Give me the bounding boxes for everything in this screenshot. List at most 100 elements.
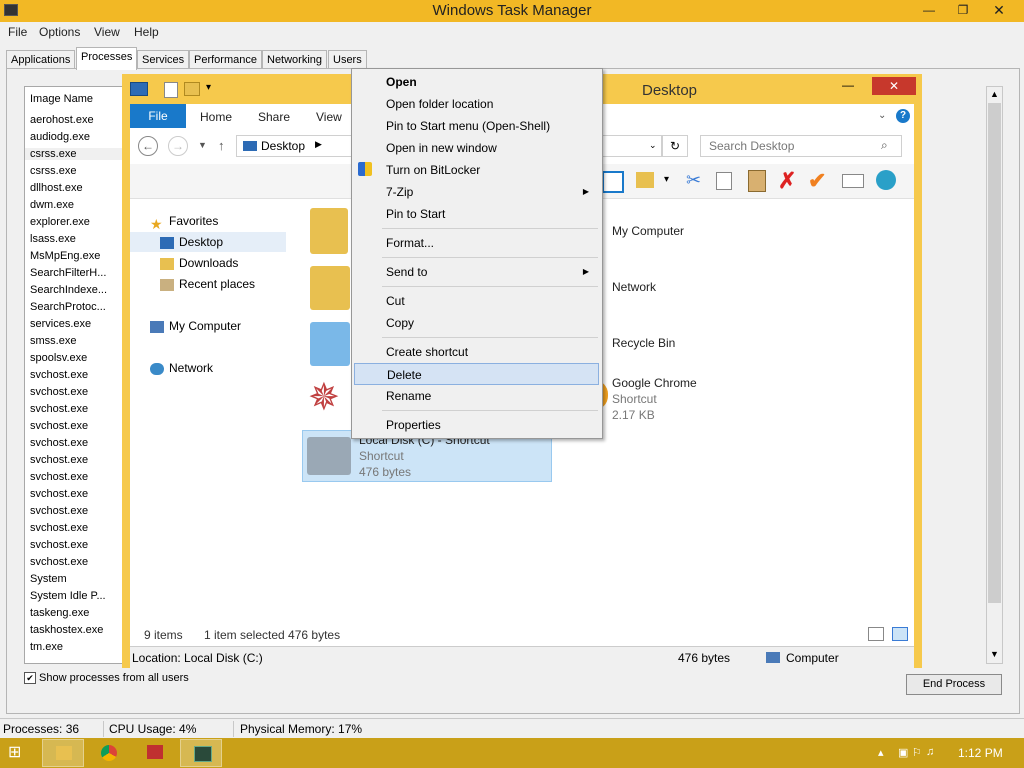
process-row[interactable]: System Idle P... (30, 590, 106, 602)
process-row[interactable]: explorer.exe (30, 216, 90, 228)
taskbar-chrome[interactable] (88, 739, 130, 767)
nav-desktop[interactable]: Desktop (160, 235, 223, 249)
clock[interactable]: 1:12 PM (958, 746, 1003, 760)
process-row[interactable]: SearchProtoc... (30, 301, 106, 313)
process-row[interactable]: lsass.exe (30, 233, 76, 245)
process-row[interactable]: taskeng.exe (30, 607, 89, 619)
back-arrow-icon[interactable]: ← (138, 136, 158, 156)
tab-performance[interactable]: Performance (189, 50, 262, 69)
process-row[interactable]: dwm.exe (30, 199, 74, 211)
tray-overflow-icon[interactable]: ▴ (878, 746, 884, 759)
menu-file[interactable]: File (8, 25, 27, 39)
menu-item-pin-to-start[interactable]: Pin to Start (354, 203, 599, 225)
paste-icon[interactable] (748, 170, 766, 192)
process-row[interactable]: spoolsv.exe (30, 352, 87, 364)
minimize-button[interactable]: — (912, 0, 946, 20)
tab-services[interactable]: Services (137, 50, 190, 69)
process-row[interactable]: svchost.exe (30, 505, 88, 517)
tab-view[interactable]: View (316, 110, 342, 124)
layout-icon[interactable] (602, 171, 624, 193)
large-icons-view-icon[interactable] (892, 627, 908, 641)
process-row[interactable]: svchost.exe (30, 522, 88, 534)
libraries-icon[interactable] (310, 266, 350, 310)
taskbar-task-manager[interactable] (180, 739, 222, 767)
start-windows-icon[interactable]: ⊞ (8, 745, 24, 761)
quick-access-dropdown-icon[interactable]: ▾ (206, 82, 211, 93)
nav-recent-places[interactable]: Recent places (160, 277, 255, 291)
help-icon[interactable]: ? (896, 109, 910, 123)
menu-item-create-shortcut[interactable]: Create shortcut (354, 341, 599, 363)
nav-network[interactable]: Network (150, 361, 213, 375)
item-network[interactable]: Network (612, 280, 656, 294)
menu-item-7zip[interactable]: 7-Zip ▶ (354, 181, 599, 203)
refresh-icon[interactable]: ↻ (662, 135, 688, 157)
breadcrumb-chevron-icon[interactable]: ▶ (315, 139, 322, 150)
column-header-image-name[interactable]: Image Name (30, 93, 93, 105)
process-row[interactable]: svchost.exe (30, 437, 88, 449)
details-view-icon[interactable] (868, 627, 884, 641)
process-row[interactable]: audiodg.exe (30, 131, 90, 143)
restore-button[interactable]: ❐ (946, 0, 980, 20)
copy-icon[interactable] (716, 172, 732, 190)
process-row[interactable]: svchost.exe (30, 420, 88, 432)
delete-icon[interactable]: ✗ (778, 168, 796, 194)
scroll-up-icon[interactable]: ▲ (990, 89, 999, 99)
menu-item-cut[interactable]: Cut (354, 290, 599, 312)
toolbar-dropdown-icon[interactable]: ▾ (664, 174, 669, 185)
menu-item-pin-to-start-menu[interactable]: Pin to Start menu (Open-Shell) (354, 115, 599, 137)
process-row[interactable]: MsMpEng.exe (30, 250, 100, 262)
taskbar-app[interactable] (134, 739, 176, 767)
process-row[interactable]: smss.exe (30, 335, 76, 347)
properties-icon[interactable] (164, 82, 178, 98)
process-row[interactable]: svchost.exe (30, 488, 88, 500)
menu-item-delete[interactable]: Delete (354, 363, 599, 385)
forward-arrow-icon[interactable]: → (168, 136, 188, 156)
menu-help[interactable]: Help (134, 25, 159, 39)
item-google-chrome[interactable]: Google Chrome (612, 376, 697, 390)
checkbox-checked-icon[interactable]: ✔ (24, 672, 36, 685)
network-tray-icon[interactable]: ▣ (898, 746, 908, 759)
new-folder-icon[interactable] (184, 82, 200, 96)
menu-item-rename[interactable]: Rename (354, 385, 599, 407)
program-shortcut-icon[interactable]: ✵ (308, 376, 348, 420)
process-row[interactable]: SearchFilterH... (30, 267, 106, 279)
nav-my-computer[interactable]: My Computer (150, 319, 241, 333)
menu-item-send-to[interactable]: Send to ▶ (354, 261, 599, 283)
show-all-processes-checkbox[interactable]: ✔ Show processes from all users (24, 672, 189, 685)
process-row[interactable]: svchost.exe (30, 454, 88, 466)
search-icon[interactable]: ⌕ (881, 138, 888, 153)
menu-item-copy[interactable]: Copy (354, 312, 599, 334)
process-row[interactable]: svchost.exe (30, 386, 88, 398)
tab-users[interactable]: Users (328, 50, 367, 69)
volume-icon[interactable]: ♫ (926, 746, 934, 758)
menu-item-open-new-window[interactable]: Open in new window (354, 137, 599, 159)
process-row[interactable]: svchost.exe (30, 369, 88, 381)
scroll-down-icon[interactable]: ▼ (990, 649, 999, 659)
process-list-scrollbar[interactable]: ▲ ▼ (986, 86, 1003, 664)
tab-file[interactable]: File (130, 104, 186, 128)
rename-icon[interactable] (842, 174, 864, 188)
properties-folder-icon[interactable] (636, 172, 654, 188)
menu-item-open-folder-location[interactable]: Open folder location (354, 93, 599, 115)
process-row[interactable]: csrss.exe (25, 148, 123, 160)
tab-applications[interactable]: Applications (6, 50, 76, 69)
recent-locations-icon[interactable]: ▼ (198, 140, 207, 150)
process-row[interactable]: svchost.exe (30, 471, 88, 483)
process-row[interactable]: taskhostex.exe (30, 624, 103, 636)
end-process-button[interactable]: End Process (906, 674, 1002, 695)
user-folder-icon[interactable] (310, 208, 348, 254)
action-center-icon[interactable]: ⚐ (912, 746, 922, 759)
address-dropdown-icon[interactable]: ⌄ (649, 140, 657, 151)
process-row[interactable]: aerohost.exe (30, 114, 94, 126)
taskbar-explorer[interactable] (42, 739, 84, 767)
scrollbar-thumb[interactable] (988, 103, 1001, 603)
process-row[interactable]: System (30, 573, 67, 585)
checkmark-icon[interactable]: ✔ (808, 168, 826, 194)
close-button[interactable]: ✕ (982, 0, 1016, 20)
menu-item-open[interactable]: Open (354, 71, 599, 93)
search-box[interactable]: Search Desktop ⌕ (700, 135, 902, 157)
process-row[interactable]: SearchIndexe... (30, 284, 107, 296)
menu-item-format[interactable]: Format... (354, 232, 599, 254)
menu-item-turn-on-bitlocker[interactable]: Turn on BitLocker (354, 159, 599, 181)
nav-favorites[interactable]: ★ Favorites (150, 214, 218, 232)
